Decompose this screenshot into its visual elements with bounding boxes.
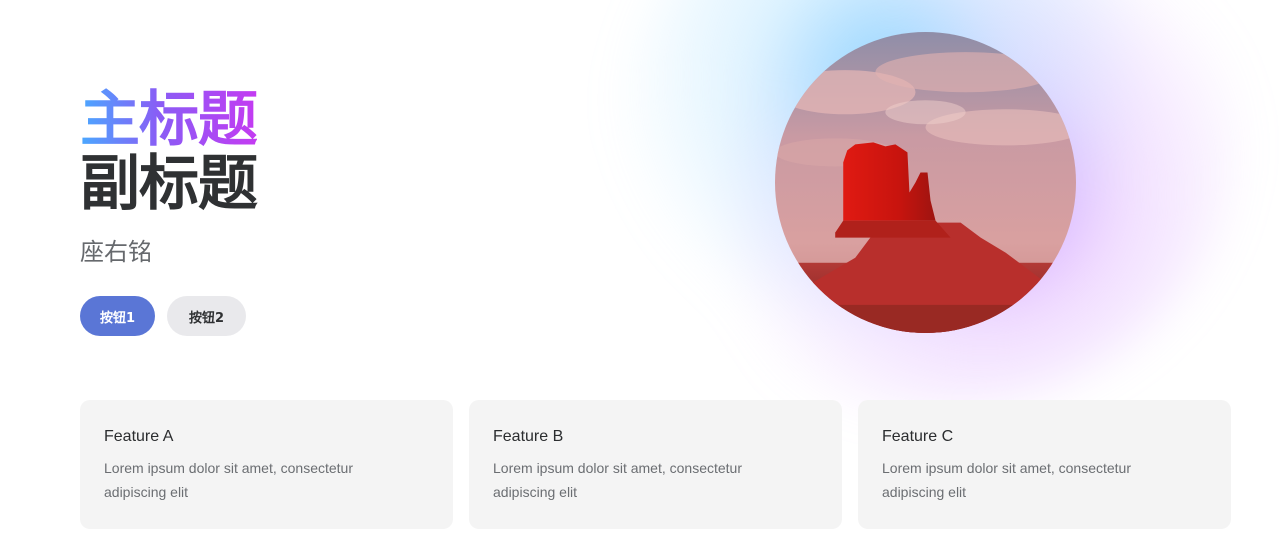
headline: 主标题 副标题 <box>80 85 258 219</box>
hero-image <box>775 32 1076 333</box>
feature-description: Lorem ipsum dolor sit amet, consectetur … <box>104 460 353 500</box>
feature-card-c: Feature C Lorem ipsum dolor sit amet, co… <box>858 400 1231 529</box>
secondary-button[interactable]: 按钮2 <box>167 296 246 336</box>
feature-description: Lorem ipsum dolor sit amet, consectetur … <box>882 460 1131 500</box>
motto-text: 座右铭 <box>80 238 152 266</box>
feature-title: Feature B <box>493 428 564 445</box>
main-title: 主标题 <box>80 85 258 155</box>
feature-description: Lorem ipsum dolor sit amet, consectetur … <box>493 460 742 500</box>
feature-title: Feature A <box>104 428 174 445</box>
primary-button[interactable]: 按钮1 <box>80 296 155 336</box>
feature-card-a: Feature A Lorem ipsum dolor sit amet, co… <box>80 400 453 529</box>
landing-page: 主标题 副标题 座右铭 按钮1 按钮2 Feature A Lorem ipsu… <box>0 0 1280 549</box>
feature-card-b: Feature B Lorem ipsum dolor sit amet, co… <box>469 400 842 529</box>
sub-title: 副标题 <box>80 149 258 219</box>
feature-title: Feature C <box>882 428 954 445</box>
